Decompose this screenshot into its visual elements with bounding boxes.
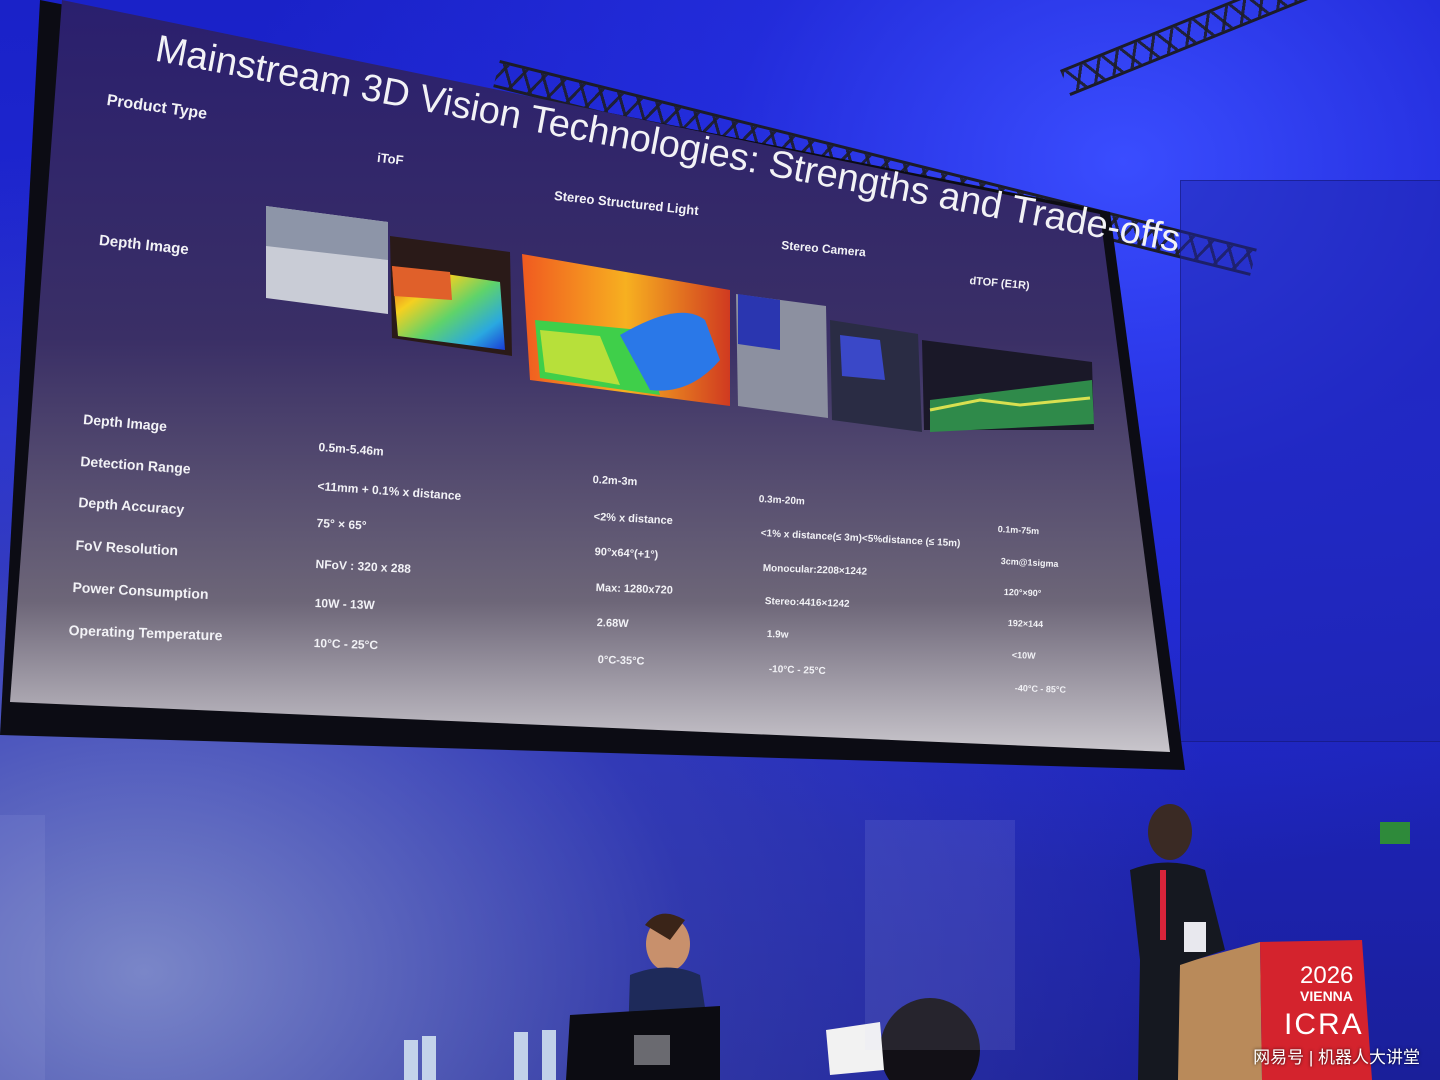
column-header-itof: iToF bbox=[376, 150, 405, 168]
dtof-value-4: <10W bbox=[1011, 650, 1036, 661]
dtof-value-3: 192×144 bbox=[1007, 618, 1044, 630]
dtof-value-2: 120°×90° bbox=[1003, 587, 1042, 599]
podium-year: 2026 bbox=[1300, 962, 1354, 989]
itof-value-5: 10°C - 25°C bbox=[313, 636, 379, 653]
water-bottles bbox=[404, 1030, 556, 1080]
itof-value-4: 10W - 13W bbox=[314, 596, 375, 613]
podium-conference: ICRA bbox=[1284, 1008, 1364, 1041]
structured-light-value-4: 2.68W bbox=[596, 617, 629, 631]
structured-light-value-5: 0°C-35°C bbox=[597, 654, 645, 668]
dtof-value-0: 0.1m-75m bbox=[997, 524, 1040, 537]
stereo-camera-value-0: 0.3m-20m bbox=[758, 494, 806, 508]
dtof-value-5: -40°C - 85°C bbox=[1014, 683, 1067, 695]
stereo-camera-value-4: 1.9w bbox=[766, 629, 789, 641]
exit-sign bbox=[1380, 822, 1410, 844]
structured-light-value-0: 0.2m-3m bbox=[592, 474, 638, 489]
stereo-camera-value-5: -10°C - 25°C bbox=[768, 664, 826, 677]
watermark: 网易号 | 机器人大讲堂 bbox=[1253, 1048, 1420, 1067]
laptop bbox=[566, 1006, 720, 1080]
itof-value-2: 75° × 65° bbox=[316, 516, 367, 533]
podium-city: VIENNA bbox=[1300, 988, 1353, 1004]
